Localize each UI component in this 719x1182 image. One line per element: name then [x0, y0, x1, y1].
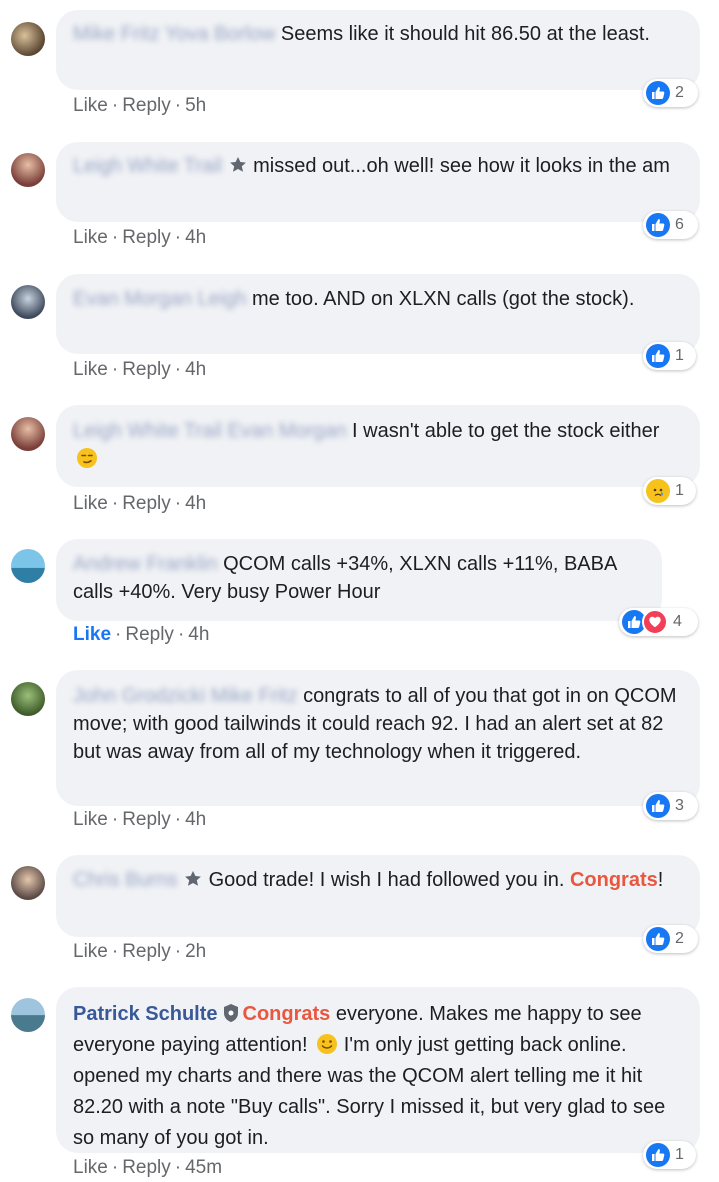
- reaction-summary[interactable]: 2: [643, 925, 698, 953]
- comment-text: Seems like it should hit 86.50 at the le…: [280, 23, 650, 45]
- commenter-name[interactable]: Leigh White Trail: [73, 155, 222, 177]
- commenter-name[interactable]: Evan Morgan Leigh: [73, 288, 246, 310]
- comment-bubble: Patrick Schulte Congrats everyone. Makes …: [56, 987, 700, 1153]
- reaction-summary[interactable]: 3: [643, 792, 698, 820]
- thumbs-up-icon: [646, 1143, 670, 1167]
- congrats-highlight: Congrats: [242, 1003, 331, 1025]
- comment-text: I wasn't able to get the stock either: [352, 420, 660, 442]
- reaction-summary[interactable]: 4: [619, 608, 698, 636]
- reply-link[interactable]: Reply: [122, 227, 171, 248]
- reaction-count: 6: [675, 216, 684, 233]
- thumbs-up-icon: [646, 344, 670, 368]
- timestamp[interactable]: 4h: [185, 493, 206, 514]
- reaction-count: 1: [675, 347, 684, 364]
- like-link[interactable]: Like: [73, 941, 108, 962]
- like-link[interactable]: Like: [73, 359, 108, 380]
- reply-link[interactable]: Reply: [122, 941, 171, 962]
- avatar[interactable]: [11, 682, 45, 716]
- reaction-summary[interactable]: 1: [643, 342, 696, 370]
- comment-actions: Like · Reply · 4h: [73, 624, 210, 645]
- reaction-summary[interactable]: 1: [643, 1141, 696, 1169]
- timestamp[interactable]: 5h: [185, 95, 206, 116]
- commenter-name[interactable]: Andrew Franklin: [73, 553, 218, 575]
- reply-link[interactable]: Reply: [122, 95, 171, 116]
- reaction-count: 1: [675, 1146, 684, 1163]
- avatar[interactable]: [11, 22, 45, 56]
- reply-link[interactable]: Reply: [122, 359, 171, 380]
- like-link[interactable]: Like: [73, 493, 108, 514]
- comment-actions: Like · Reply · 4h: [73, 493, 207, 514]
- smirk-emoji-icon: [77, 448, 97, 468]
- comment-text: me too. AND on XLXN calls (got the stock…: [252, 288, 635, 310]
- comment-bubble: Evan Morgan Leigh me too. AND on XLXN ca…: [56, 274, 700, 354]
- comment-bubble: Andrew Franklin QCOM calls +34%, XLXN ca…: [56, 539, 662, 621]
- top-fan-badge-icon: [185, 871, 201, 886]
- avatar[interactable]: [11, 998, 45, 1032]
- thumbs-up-icon: [646, 213, 670, 237]
- reply-link[interactable]: Reply: [125, 624, 174, 645]
- reaction-count: 2: [675, 84, 684, 101]
- smile-emoji-icon: [317, 1034, 338, 1054]
- commenter-name[interactable]: John Grodzicki Mike Fritz: [73, 685, 298, 707]
- reply-link[interactable]: Reply: [122, 493, 171, 514]
- congrats-highlight: Congrats: [569, 869, 658, 891]
- thumbs-up-icon: [646, 794, 670, 818]
- reaction-count: 1: [675, 482, 684, 499]
- comment-actions: Like · Reply · 2h: [73, 941, 207, 962]
- comment-text-after: !: [657, 869, 664, 891]
- avatar[interactable]: [11, 417, 45, 451]
- timestamp[interactable]: 4h: [185, 359, 206, 380]
- admin-badge-icon: [223, 1004, 238, 1022]
- thumbs-up-icon: [646, 81, 670, 105]
- comment-actions: Like · Reply · 4h: [73, 359, 207, 380]
- reaction-summary[interactable]: 6: [643, 211, 698, 239]
- reply-link[interactable]: Reply: [122, 809, 171, 830]
- comment-actions: Like · Reply · 4h: [73, 227, 207, 248]
- comment-bubble: Leigh White Trail missed out...oh well! …: [56, 142, 700, 222]
- reply-link[interactable]: Reply: [122, 1157, 171, 1178]
- comment-actions: Like · Reply · 45m: [73, 1157, 223, 1178]
- avatar[interactable]: [11, 285, 45, 319]
- timestamp[interactable]: 4h: [188, 624, 209, 645]
- commenter-name[interactable]: Leigh White Trail Evan Morgan: [73, 420, 346, 442]
- heart-icon: [642, 609, 668, 635]
- timestamp[interactable]: 45m: [185, 1157, 222, 1178]
- reaction-summary[interactable]: 1: [643, 477, 696, 505]
- comment-bubble: Chris Burns Good trade! I wish I had fol…: [56, 855, 700, 937]
- comment-bubble: Leigh White Trail Evan Morgan I wasn't a…: [56, 405, 700, 487]
- like-link[interactable]: Like: [73, 95, 108, 116]
- like-link[interactable]: Like: [73, 624, 111, 645]
- avatar[interactable]: [11, 549, 45, 583]
- thumbs-up-icon: [646, 927, 670, 951]
- like-link[interactable]: Like: [73, 809, 108, 830]
- sad-reaction-icon: [646, 479, 670, 503]
- comment-text: Good trade! I wish I had followed you in…: [208, 869, 565, 891]
- commenter-name[interactable]: Mike Fritz Yova Borlow: [73, 23, 275, 45]
- avatar[interactable]: [11, 153, 45, 187]
- avatar[interactable]: [11, 866, 45, 900]
- reaction-count: 3: [675, 797, 684, 814]
- commenter-name[interactable]: Patrick Schulte: [73, 1003, 218, 1025]
- comment-actions: Like · Reply · 5h: [73, 95, 207, 116]
- reaction-count: 2: [675, 930, 684, 947]
- timestamp[interactable]: 4h: [185, 227, 206, 248]
- reaction-count: 4: [673, 613, 682, 630]
- commenter-name[interactable]: Chris Burns: [73, 869, 177, 891]
- comment-bubble: John Grodzicki Mike Fritz congrats to al…: [56, 670, 700, 806]
- like-link[interactable]: Like: [73, 227, 108, 248]
- timestamp[interactable]: 4h: [185, 809, 206, 830]
- like-link[interactable]: Like: [73, 1157, 108, 1178]
- comment-actions: Like · Reply · 4h: [73, 809, 207, 830]
- comment-bubble: Mike Fritz Yova Borlow Seems like it sho…: [56, 10, 700, 90]
- timestamp[interactable]: 2h: [185, 941, 206, 962]
- comment-text: missed out...oh well! see how it looks i…: [253, 155, 670, 177]
- top-fan-badge-icon: [229, 157, 246, 172]
- reaction-summary[interactable]: 2: [643, 79, 698, 107]
